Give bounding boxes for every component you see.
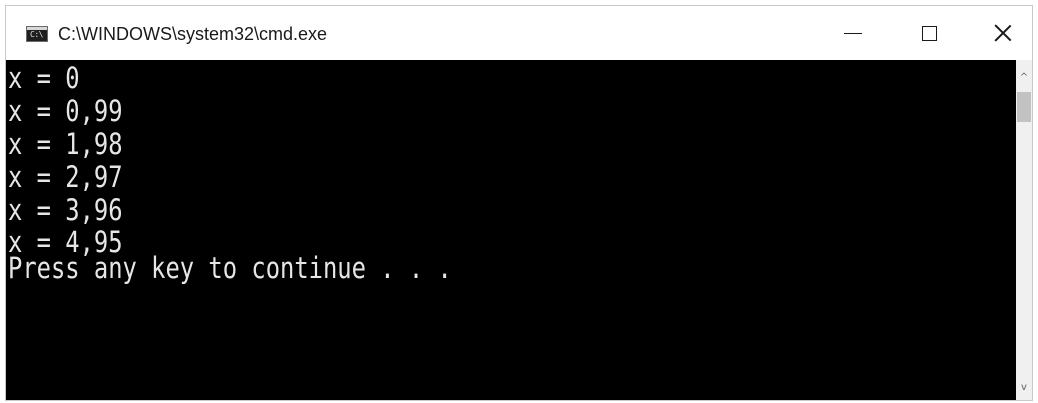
minimize-icon xyxy=(844,32,862,34)
scroll-thumb[interactable] xyxy=(1017,92,1031,122)
close-icon xyxy=(994,24,1012,42)
cmd-icon-text: C:\ xyxy=(30,30,43,39)
cmd-icon[interactable]: C:\ xyxy=(26,26,48,42)
title-bar[interactable]: C:\ C:\WINDOWS\system32\cmd.exe xyxy=(6,6,1032,60)
console-prompt-line: Press any key to continue . . . xyxy=(8,251,452,285)
cmd-window: C:\ C:\WINDOWS\system32\cmd.exe x = 0 x … xyxy=(5,5,1033,401)
maximize-icon xyxy=(921,25,937,41)
minimize-button[interactable] xyxy=(828,12,878,54)
console-line-4: x = 2,97 xyxy=(8,160,123,194)
console-line-5: x = 3,96 xyxy=(8,193,123,227)
close-button[interactable] xyxy=(978,12,1028,54)
scroll-down-arrow-icon[interactable]: v xyxy=(1016,378,1032,396)
console-output[interactable]: x = 0 x = 0,99 x = 1,98 x = 2,97 x = 3,9… xyxy=(6,60,1016,400)
console-line-2: x = 0,99 xyxy=(8,94,123,128)
maximize-button[interactable] xyxy=(904,12,954,54)
window-title: C:\WINDOWS\system32\cmd.exe xyxy=(58,24,328,44)
vertical-scrollbar[interactable]: ^ v xyxy=(1016,60,1032,400)
console-line-3: x = 1,98 xyxy=(8,127,123,161)
console-line-1: x = 0 xyxy=(8,61,80,95)
scroll-up-arrow-icon[interactable]: ^ xyxy=(1016,68,1032,86)
